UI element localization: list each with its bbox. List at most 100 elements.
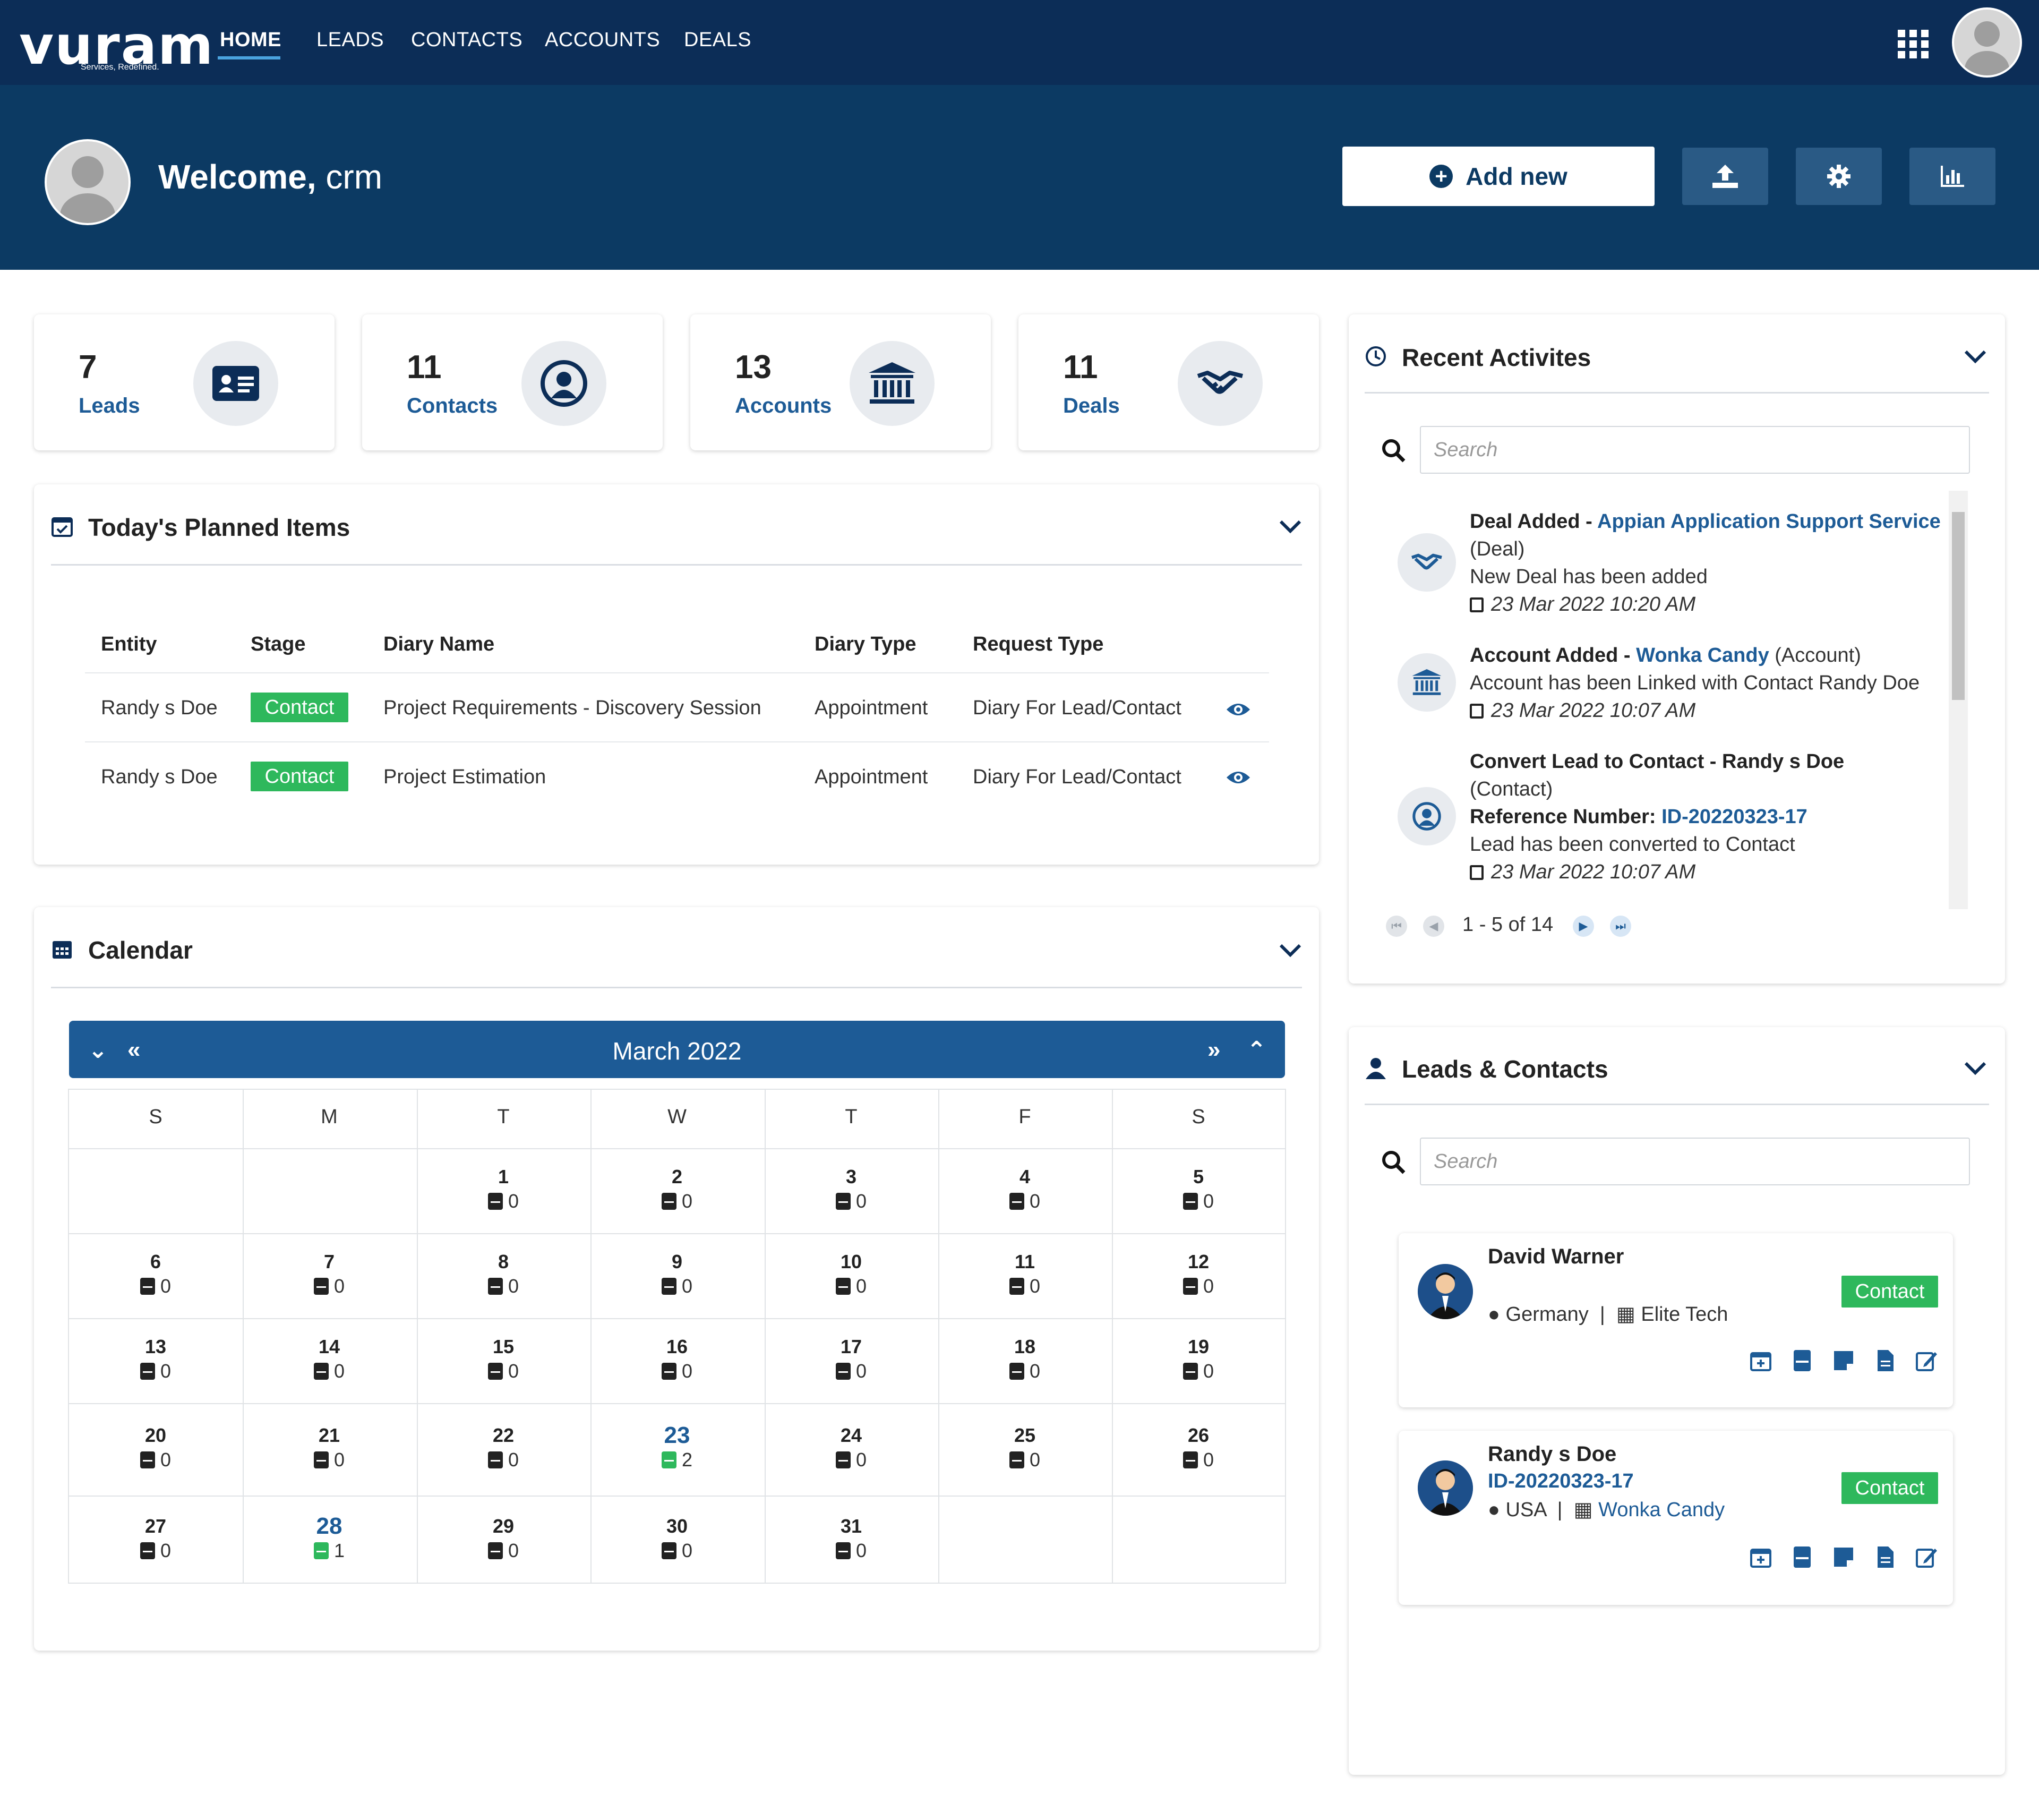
activities-scrollbar[interactable] (1949, 491, 1968, 909)
last-page-icon[interactable]: ⏭ (1610, 916, 1631, 937)
calendar-day-cell[interactable]: 10 0 (765, 1250, 938, 1299)
calendar-day-cell[interactable]: 31 0 (765, 1515, 938, 1563)
contact-card[interactable]: David Warner ● Germany | ▦ Elite Tech Co… (1399, 1233, 1953, 1407)
activity-item[interactable]: Account Added - Wonka Candy (Account) Ac… (1470, 642, 1948, 724)
nav-deals[interactable]: DEALS (684, 29, 751, 52)
prev-page-icon[interactable]: ◀ (1423, 916, 1444, 937)
activity-item[interactable]: Convert Lead to Contact - Randy s Doe (C… (1470, 748, 1948, 886)
vuram-logo[interactable]: vuram Services, Redefined. (19, 19, 213, 72)
calendar-day-cell[interactable]: 30 0 (590, 1515, 764, 1563)
calendar-day-cell[interactable]: 60 (69, 1250, 242, 1299)
calendar-day-cell[interactable]: 16 0 (590, 1335, 764, 1384)
diary-count: 1 (243, 1538, 416, 1563)
diary-count: 0 (938, 1358, 1111, 1384)
row1-request-type: Diary For Lead/Contact (973, 697, 1181, 719)
user-avatar[interactable] (1952, 7, 2022, 78)
nav-home[interactable]: HOME (220, 29, 281, 52)
chevron-down-icon[interactable] (1279, 518, 1302, 534)
settings-button[interactable] (1796, 148, 1882, 205)
first-page-icon[interactable]: ⏮ (1386, 916, 1407, 937)
day-number: 5 (1193, 1166, 1204, 1187)
calendar-day-cell[interactable]: 27 0 (69, 1515, 242, 1563)
reports-button[interactable] (1909, 148, 1995, 205)
calendar-add-icon[interactable] (1749, 1545, 1772, 1569)
diary-count: 2 (590, 1447, 764, 1473)
calendar-day-cell[interactable]: 50 (1112, 1165, 1285, 1214)
calendar-day-cell[interactable]: 30 (765, 1165, 938, 1214)
calendar-day-cell[interactable]: 24 0 (765, 1424, 938, 1473)
stat-card-deals[interactable]: 11 Deals (1018, 314, 1319, 450)
calendar-day-cell[interactable]: 20 (590, 1165, 764, 1214)
activity-item[interactable]: Deal Added - Appian Application Support … (1470, 508, 1948, 618)
calendar-day-cell[interactable]: 12 0 (1112, 1250, 1285, 1299)
calendar-day-cell[interactable]: 15 0 (417, 1335, 590, 1384)
calendar-day-cell[interactable]: 29 0 (417, 1515, 590, 1563)
contact-card[interactable]: Randy s Doe ID-20220323-17 ● USA | ▦ Won… (1399, 1431, 1953, 1605)
stat-card-contacts[interactable]: 11 Contacts (362, 314, 663, 450)
calendar-day-cell[interactable]: 80 (417, 1250, 590, 1299)
calendar-day-cell[interactable]: 18 0 (938, 1335, 1111, 1384)
activities-search-input[interactable]: Search (1420, 426, 1970, 474)
diary-count: 0 (765, 1447, 938, 1473)
diary-count: 0 (417, 1538, 590, 1563)
note-icon[interactable] (1832, 1545, 1855, 1569)
calendar-day-cell[interactable]: 40 (938, 1165, 1111, 1214)
calendar-day-cell[interactable]: 11 0 (938, 1250, 1111, 1299)
stat-label: Leads (79, 394, 140, 417)
day-number: 3 (845, 1166, 857, 1187)
chevron-double-up-icon[interactable]: ⌃ (1247, 1037, 1266, 1064)
note-icon[interactable] (1832, 1349, 1855, 1372)
calendar-day-cell[interactable]: 21 0 (243, 1424, 416, 1473)
calendar-day-cell[interactable]: 10 (417, 1165, 590, 1214)
calendar-day-cell[interactable]: 26 0 (1112, 1424, 1285, 1473)
calendar-day-cell[interactable]: 14 0 (243, 1335, 416, 1384)
apps-grid-icon[interactable] (1898, 30, 1929, 58)
stat-card-leads[interactable]: 7 Leads (34, 314, 335, 450)
col-stage: Stage (251, 633, 306, 655)
calendar-day-cell[interactable]: 90 (590, 1250, 764, 1299)
diary-icon (661, 1363, 676, 1380)
diary-icon[interactable] (1790, 1349, 1814, 1372)
document-icon[interactable] (1873, 1545, 1897, 1569)
diary-icon (487, 1278, 503, 1295)
calendar-day-cell[interactable]: 20 0 (69, 1424, 242, 1473)
eye-icon[interactable] (1226, 769, 1251, 786)
chevron-down-icon[interactable] (1964, 348, 1987, 364)
scroll-thumb[interactable] (1952, 512, 1965, 700)
diary-icon (140, 1363, 155, 1380)
edit-icon[interactable] (1915, 1545, 1938, 1569)
document-icon[interactable] (1873, 1349, 1897, 1372)
edit-icon[interactable] (1915, 1349, 1938, 1372)
calendar-add-icon[interactable] (1749, 1349, 1772, 1372)
nav-leads[interactable]: LEADS (316, 29, 384, 52)
diary-count: 0 (243, 1358, 416, 1384)
divider (85, 741, 1269, 742)
contact-reference[interactable]: ID-20220323-17 (1488, 1470, 1634, 1493)
eye-icon[interactable] (1226, 701, 1251, 718)
stat-label: Accounts (735, 394, 832, 417)
diary-icon (661, 1278, 676, 1295)
calendar-day-cell[interactable]: 19 0 (1112, 1335, 1285, 1384)
calendar-day-cell[interactable]: 22 0 (417, 1424, 590, 1473)
day-number: 26 (1187, 1424, 1210, 1446)
calendar-day-cell[interactable]: 23 2 (590, 1424, 764, 1473)
stat-card-accounts[interactable]: 13 Accounts (690, 314, 991, 450)
diary-icon (835, 1193, 851, 1210)
nav-accounts[interactable]: ACCOUNTS (545, 29, 660, 52)
upload-button[interactable] (1682, 148, 1768, 205)
contacts-search-input[interactable]: Search (1420, 1138, 1970, 1185)
next-page-icon[interactable]: ▶ (1573, 916, 1594, 937)
calendar-day-cell[interactable]: 70 (243, 1250, 416, 1299)
chevron-down-icon[interactable] (1964, 1060, 1987, 1076)
add-new-button[interactable]: + Add new (1342, 147, 1655, 206)
day-number: 18 (1014, 1336, 1036, 1357)
nav-contacts[interactable]: CONTACTS (411, 29, 522, 52)
calendar-day-cell[interactable]: 25 0 (938, 1424, 1111, 1473)
diary-count: 0 (417, 1274, 590, 1299)
calendar-day-cell[interactable]: 13 0 (69, 1335, 242, 1384)
diary-icon[interactable] (1790, 1545, 1814, 1569)
calendar-day-cell[interactable]: 17 0 (765, 1335, 938, 1384)
calendar-day-cell[interactable]: 28 1 (243, 1515, 416, 1563)
next-month-icon[interactable]: » (1207, 1037, 1220, 1063)
chevron-down-icon[interactable] (1279, 942, 1302, 958)
